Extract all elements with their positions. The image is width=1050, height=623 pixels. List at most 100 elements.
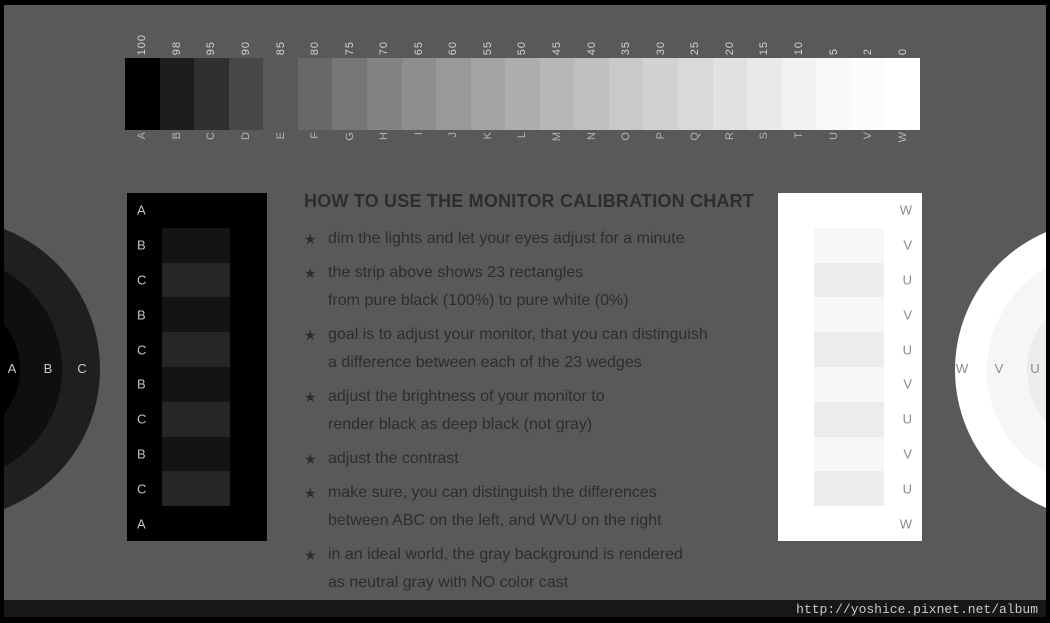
strip-letter-label: L [516,132,529,139]
panel-row: U [778,262,922,298]
strip-percent-label: 10 [792,40,805,55]
instruction-lines: goal is to adjust your monitor, that you… [328,321,708,377]
star-icon: ★ [304,389,317,405]
row-letter: V [903,237,912,253]
instruction-item: ★ the strip above shows 23 rectangles from… [304,259,774,315]
strip-percent-cell: 20 [713,17,748,55]
instruction-line: as neutral gray with NO color cast [328,574,569,591]
row-swatch [162,401,230,437]
panel-row: A [127,506,267,541]
instruction-item: ★ goal is to adjust your monitor, that yo… [304,321,774,377]
strip-percent-cell: 80 [298,17,333,55]
panel-row: W [778,506,922,541]
row-swatch [162,332,230,367]
strip-percent-label: 15 [758,40,771,55]
panel-row: U [778,401,922,437]
left-ring-label-c: C [77,361,87,376]
strip-percent-label: 35 [620,40,633,55]
instruction-item: ★ make sure, you can distinguish the diff… [304,479,774,535]
strip-percent-label: 45 [551,40,564,55]
strip-percent-cell: 2 [851,17,886,55]
panel-row: U [778,471,922,507]
strip-percent-cell: 75 [332,17,367,55]
row-letter: C [137,342,147,358]
row-letter: C [137,481,147,497]
letter-label-row: A B C D E F G H I J K L M N O P Q R S T U V W [125,132,920,156]
strip-percent-cell: 40 [574,17,609,55]
star-icon: ★ [304,231,317,247]
strip-letter-label: F [309,132,322,139]
strip-letter-cell: E [263,132,298,156]
strip-wedge [297,58,333,130]
strip-percent-cell: 100 [125,17,160,55]
row-letter: V [903,376,912,392]
right-ring-label-u: U [1030,361,1040,376]
strip-letter-cell: V [851,132,886,156]
strip-letter-cell: D [229,132,264,156]
strip-percent-label: 95 [205,40,218,55]
strip-letter-cell: U [816,132,851,156]
strip-wedge [401,58,437,130]
strip-percent-label: 30 [654,40,667,55]
strip-wedge [850,58,886,130]
row-swatch [814,436,884,472]
strip-wedge [505,58,540,130]
strip-percent-label: 40 [585,40,598,55]
row-swatch [162,297,230,333]
row-swatch [814,262,884,298]
strip-letter-label: T [792,132,805,139]
strip-letter-cell: L [505,132,540,156]
panel-row: B [127,436,267,472]
grayscale-strip [125,58,920,130]
image-frame: 100 98 95 90 85 80 75 70 65 60 55 50 45 40 35 30 25 20 15 1… [0,0,1050,623]
instruction-line: a difference between each of the 23 wedg… [328,354,642,371]
row-letter: A [137,516,146,532]
strip-wedge [263,58,298,130]
row-swatch [814,297,884,333]
strip-percent-label: 20 [723,40,736,55]
strip-wedge [885,58,920,130]
percent-label-row: 100 98 95 90 85 80 75 70 65 60 55 50 45 40 35 30 25 20 15 1… [125,17,920,55]
strip-percent-cell: 15 [747,17,782,55]
strip-letter-label: H [378,132,391,140]
white-test-panel: W V U V U V U V U W [778,193,922,541]
strip-percent-label: 50 [516,40,529,55]
strip-letter-label: Q [689,132,702,141]
strip-percent-label: 25 [689,40,702,55]
strip-letter-label: E [274,132,287,140]
strip-letter-label: U [827,132,840,140]
instruction-line: render black as deep black (not gray) [328,416,593,433]
row-swatch [814,227,884,263]
strip-letter-label: M [551,132,564,142]
row-letter: A [137,202,146,218]
row-letter: B [137,376,146,392]
instruction-item: ★ dim the lights and let your eyes adjust… [304,225,774,253]
strip-wedge [332,58,367,130]
row-swatch [162,436,230,472]
row-letter: C [137,272,147,288]
strip-percent-label: 90 [239,40,252,55]
strip-letter-label: V [862,132,875,140]
strip-wedge [159,58,195,130]
row-letter: V [903,446,912,462]
strip-letter-cell: J [436,132,471,156]
strip-letter-label: B [170,132,183,140]
strip-letter-cell: B [160,132,195,156]
instruction-item: ★ adjust the contrast [304,445,774,473]
row-swatch [162,366,230,402]
strip-letter-label: D [239,132,252,140]
strip-percent-cell: 70 [367,17,402,55]
strip-wedge [194,58,229,130]
strip-percent-cell: 65 [402,17,437,55]
instruction-item: ★ in an ideal world, the gray background … [304,541,774,597]
row-letter: B [137,237,146,253]
strip-letter-cell: F [298,132,333,156]
strip-wedge [608,58,644,130]
strip-percent-label: 75 [343,40,356,55]
strip-letter-cell: I [402,132,437,156]
instructions-panel: HOW TO USE THE MONITOR CALIBRATION CHART… [304,191,774,603]
strip-letter-cell: G [332,132,367,156]
instruction-line: adjust the contrast [328,450,459,467]
strip-wedge [436,58,471,130]
strip-wedge [781,58,817,130]
